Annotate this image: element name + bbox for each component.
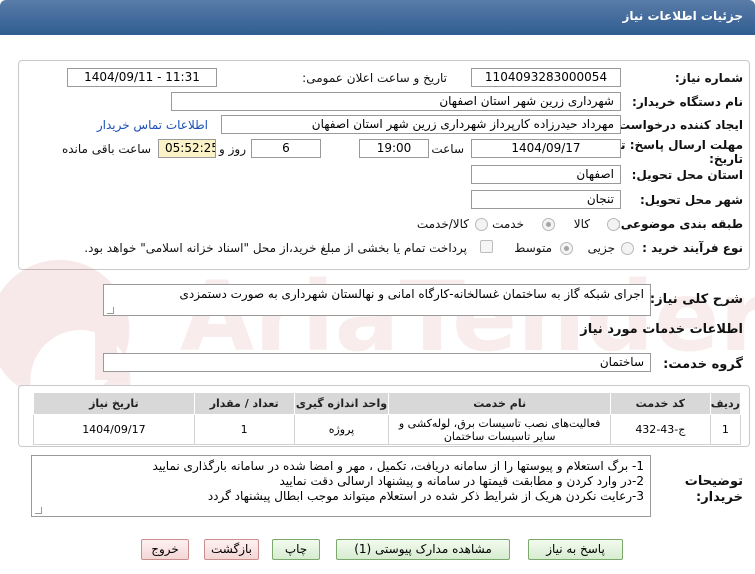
- service-group-field: ساختمان: [103, 353, 651, 372]
- view-attachments-button[interactable]: مشاهده مدارک پیوستی (1): [336, 539, 510, 560]
- resize-handle-icon[interactable]: [107, 307, 114, 314]
- buyer-notes-field: 1- برگ استعلام و پیوستها را از سامانه در…: [31, 455, 651, 517]
- description-field: اجرای شبکه گاز به ساختمان غسالخانه-کارگا…: [103, 284, 651, 316]
- buyer-org-label: نام دستگاه خریدار:: [632, 95, 743, 109]
- cell-qty: 1: [193, 414, 295, 445]
- category-radio-service[interactable]: [542, 218, 555, 231]
- cell-name: فعالیت‌های نصب تاسیسات برق، لوله‌کشی و س…: [388, 414, 611, 445]
- services-section-title: اطلاعات خدمات مورد نیاز: [580, 322, 743, 337]
- announce-datetime-label: تاریخ و ساعت اعلان عمومی:: [302, 71, 447, 85]
- buyer-notes-label: توضیحات خریدار:: [684, 474, 743, 505]
- buyer-note-line: 3-رعایت نکردن هریک از شرایط ذکر شده در ا…: [207, 489, 644, 503]
- col-header-date: تاریخ نیاز: [33, 392, 195, 415]
- col-header-code: کد خدمت: [609, 392, 711, 415]
- delivery-province-label: استان محل تحویل:: [631, 168, 743, 182]
- remaining-time-label: ساعت باقی مانده: [61, 142, 151, 156]
- print-button[interactable]: چاپ: [272, 539, 320, 560]
- treasury-checkbox[interactable]: [480, 240, 493, 253]
- back-button[interactable]: بازگشت: [204, 539, 259, 560]
- col-header-qty: تعداد / مقدار: [193, 392, 295, 415]
- buyer-note-line: 2-در وارد کردن و مطابقت قیمتها در سامانه…: [279, 474, 644, 488]
- treasury-note: پرداخت تمام یا بخشی از مبلغ خرید،از محل …: [84, 241, 467, 255]
- announce-datetime-field: 1404/09/11 - 11:31: [67, 68, 217, 87]
- cell-date: 1404/09/17: [33, 414, 195, 445]
- col-header-row: ردیف: [709, 392, 742, 415]
- category-label: طبقه بندی موضوعی:: [615, 217, 743, 231]
- cell-code: ج-43-432: [609, 414, 711, 445]
- deadline-label-line1: مهلت ارسال پاسخ: تا: [616, 138, 744, 152]
- description-label: شرح کلی نیاز:: [649, 292, 743, 307]
- services-table: ردیف کد خدمت نام خدمت واحد اندازه گیری ت…: [33, 392, 742, 445]
- process-radio-medium[interactable]: [560, 242, 573, 255]
- remaining-days-label: روز و: [219, 142, 246, 156]
- remaining-days-field: 6: [251, 139, 321, 158]
- page-title: جزئیات اطلاعات نیاز: [622, 9, 743, 23]
- delivery-city-label: شهر محل تحویل:: [639, 193, 743, 207]
- col-header-unit: واحد اندازه گیری: [293, 392, 390, 415]
- deadline-label-line2: تاریخ:: [709, 152, 743, 166]
- buyer-note-line: 1- برگ استعلام و پیوستها را از سامانه در…: [152, 459, 644, 473]
- deadline-time-label: ساعت: [431, 142, 464, 156]
- category-option-service: خدمت: [492, 217, 524, 231]
- deadline-date-field: 1404/09/17: [471, 139, 621, 158]
- reply-button[interactable]: پاسخ به نیاز: [528, 539, 623, 560]
- col-header-name: نام خدمت: [388, 392, 611, 415]
- remaining-time-field: 05:52:25: [158, 139, 216, 158]
- category-option-goods-service: کالا/خدمت: [416, 217, 469, 231]
- delivery-city-field: تنجان: [471, 190, 621, 209]
- process-type-label: نوع فرآیند خرید :: [642, 241, 743, 255]
- process-option-medium: متوسط: [514, 241, 552, 255]
- cell-unit: پروژه: [293, 414, 390, 445]
- table-header-row: ردیف کد خدمت نام خدمت واحد اندازه گیری ت…: [33, 392, 742, 415]
- need-number-field: 1104093283000054: [471, 68, 621, 87]
- delivery-province-field: اصفهان: [471, 165, 621, 184]
- requester-field: مهرداد حیدرزاده کارپرداز شهرداری زرین شه…: [221, 115, 621, 134]
- buyer-org-field: شهرداری زرین شهر استان اصفهان: [171, 92, 621, 111]
- need-number-label: شماره نیاز:: [674, 71, 743, 85]
- category-option-goods: کالا: [573, 217, 590, 231]
- process-radio-minor[interactable]: [621, 242, 634, 255]
- cell-row: 1: [709, 414, 742, 445]
- category-radio-goods[interactable]: [607, 218, 620, 231]
- deadline-time-field: 19:00: [359, 139, 429, 158]
- table-row: 1 ج-43-432 فعالیت‌های نصب تاسیسات برق، ل…: [33, 414, 742, 445]
- buyer-contact-link[interactable]: اطلاعات تماس خریدار: [97, 118, 208, 132]
- process-option-minor: جزیی: [587, 241, 615, 255]
- category-radio-goods-service[interactable]: [475, 218, 488, 231]
- service-group-label: گروه خدمت:: [663, 357, 743, 372]
- exit-button[interactable]: خروج: [141, 539, 189, 560]
- resize-handle-icon[interactable]: [35, 507, 42, 514]
- requester-label: ایجاد کننده درخواست:: [613, 118, 743, 132]
